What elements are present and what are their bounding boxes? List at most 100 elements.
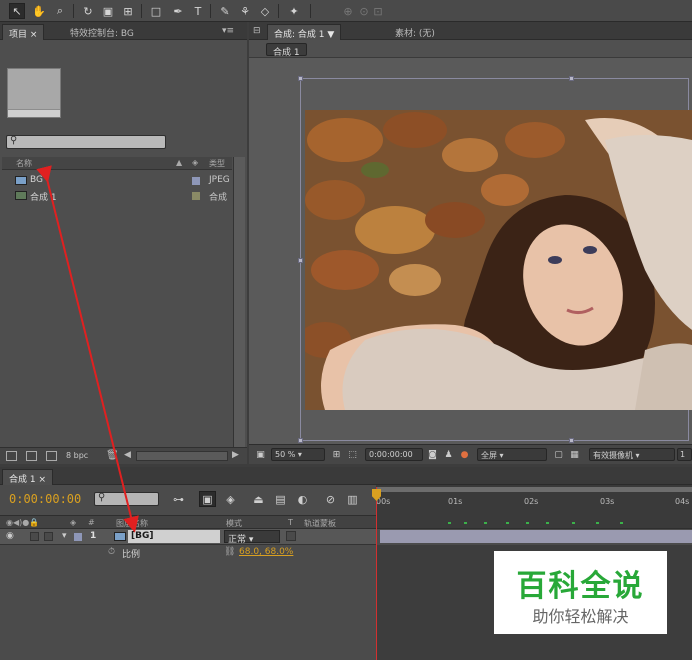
eraser-tool-icon[interactable]: ◇ [257,3,273,19]
region-of-interest-icon[interactable]: ▢ [553,449,564,460]
stopwatch-icon[interactable]: ⏱ [108,547,115,557]
puppet-tool-icon[interactable]: ✦ [286,3,302,19]
layer-row-bg[interactable]: ◉ ▾ 1 [BG] 正常 ▾ [0,529,376,545]
axis-mode-icon[interactable]: ⊕ [340,3,356,19]
camera-dropdown[interactable]: 有效摄像机 ▾ [589,448,675,461]
graph-editor-icon[interactable]: ⊘ [322,491,339,507]
frame-blending-icon[interactable]: ▤ [272,491,289,507]
panel-menu-icon[interactable]: ▾≡ [218,24,238,40]
camera-value: 有效摄像机 [593,451,633,460]
comp-breadcrumb[interactable]: 合成 1 [266,43,307,58]
trash-icon[interactable]: 🗑 [106,450,119,461]
new-composition-icon[interactable] [46,451,57,461]
timeline-timecode[interactable]: 0:00:00:00 [9,492,81,506]
selection-tool-icon[interactable]: ↖ [9,3,25,19]
lock-icon[interactable]: ⊟ [251,24,263,40]
rectangle-tool-icon[interactable]: □ [148,3,164,19]
scale-value[interactable]: 68.0, 68.0% [239,547,293,557]
camera-tool-icon[interactable]: ▣ [100,3,116,19]
zoom-dropdown[interactable]: 50 % ▾ [271,448,325,461]
bit-depth-button[interactable]: 8 bpc [66,451,88,460]
pan-behind-tool-icon[interactable]: ⊞ [120,3,136,19]
new-folder-icon[interactable] [26,451,37,461]
resolution-value: 全屏 [481,451,497,460]
interpret-footage-icon[interactable] [6,451,17,461]
current-time-field[interactable]: 0:00:00:00 [365,448,423,461]
project-scrollbar[interactable] [233,157,245,447]
resolution-dropdown[interactable]: 全屏 ▾ [477,448,547,461]
text-tool-icon[interactable]: T [190,3,206,19]
transparency-grid-icon[interactable]: ▦ [569,449,580,460]
timeline-search-input[interactable]: ⚲ [94,492,159,506]
layer-label-swatch[interactable] [74,533,82,541]
comp-mini-flowchart-icon[interactable]: ⊶ [170,491,187,507]
draft-3d-icon[interactable]: ◈ [222,491,239,507]
scroll-left-icon[interactable]: ◀ [124,450,131,460]
project-item-bg[interactable]: BG JPEG [2,173,232,188]
layer-name[interactable]: [BG] [128,530,220,543]
live-update-icon[interactable]: ▣ [199,491,216,507]
preserve-transparency-toggle[interactable] [286,531,296,541]
column-type[interactable]: 类型 [209,158,225,169]
av-switches-icon: ◉◀)●🔒 [6,518,40,527]
work-area-bar[interactable] [376,487,692,492]
composition-preview-image[interactable] [305,110,692,410]
cache-marker [620,522,623,524]
hand-tool-icon[interactable]: ✋ [31,3,47,19]
label-swatch [192,177,200,185]
transform-handle[interactable] [569,76,574,81]
project-horizontal-scrollbar[interactable] [136,451,228,461]
toolbar-divider [73,4,74,18]
project-search-input[interactable]: ⚲ [6,135,166,149]
tab-footage[interactable]: 素材: (无) [389,24,441,40]
tab-effect-controls[interactable]: 特效控制台: BG [64,24,140,40]
always-preview-icon[interactable]: ▣ [255,449,266,460]
rotate-tool-icon[interactable]: ↻ [80,3,96,19]
column-name[interactable]: 名称 [16,158,32,169]
image-footage-icon [15,176,27,185]
column-mode[interactable]: 模式 [226,518,242,529]
view-axis-icon[interactable]: ⊡ [370,3,386,19]
shy-layers-icon[interactable]: ⏏ [250,491,267,507]
transform-handle[interactable] [298,438,303,443]
tab-timeline-comp[interactable]: 合成 1 × [2,469,53,485]
clone-stamp-tool-icon[interactable]: ⚘ [237,3,253,19]
expand-arrow-icon[interactable]: ▾ [62,531,67,541]
current-time-indicator[interactable] [376,487,377,660]
cache-marker [448,522,451,524]
zoom-tool-icon[interactable]: ⌕ [52,3,68,19]
project-item-comp[interactable]: 合成 1 合成 [2,188,232,203]
watermark-logo: 百科全说 助你轻松解决 [494,551,667,634]
blend-mode-dropdown[interactable]: 正常 ▾ [224,530,280,545]
solo-toggle[interactable] [30,532,39,541]
cache-marker [546,522,549,524]
snapshot-icon[interactable]: ◙ [427,449,438,460]
lock-toggle[interactable] [44,532,53,541]
property-name: 比例 [122,550,141,560]
views-dropdown[interactable]: 1 [677,448,692,461]
channel-icon[interactable]: ● [459,449,470,460]
brush-tool-icon[interactable]: ✎ [217,3,233,19]
tab-project[interactable]: 项目 × [2,24,45,40]
column-trkmat[interactable]: 轨道蒙板 [304,518,336,529]
composition-icon [15,191,27,200]
show-snapshot-icon[interactable]: ♟ [443,449,454,460]
viewer-controls: ▣ 50 % ▾ ⊞ ⬚ 0:00:00:00 ◙ ♟ ● 全屏 ▾ ▢ ▦ 有… [249,444,692,464]
constrain-proportions-icon[interactable]: ⛓ [224,547,235,557]
tab-composition[interactable]: 合成: 合成 1 ▼ [267,24,342,40]
column-source-name[interactable]: 图层名称 [116,518,148,529]
eye-icon[interactable]: ◉ [6,531,14,541]
pen-tool-icon[interactable]: ✒ [170,3,186,19]
layer-column-header: ◉◀)●🔒 ◈ # 图层名称 模式 T 轨道蒙板 [0,515,376,529]
brainstorm-icon[interactable]: ▥ [344,491,361,507]
motion-blur-icon[interactable]: ◐ [294,491,311,507]
layer-duration-bar[interactable] [380,530,692,543]
mask-visibility-icon[interactable]: ⬚ [347,449,358,460]
transform-handle[interactable] [298,258,303,263]
image-footage-icon [114,532,126,541]
scroll-right-icon[interactable]: ▶ [232,450,239,460]
time-ruler[interactable]: 00s 01s 02s 03s 04s [376,485,692,515]
safe-zones-icon[interactable]: ⊞ [331,449,342,460]
transform-handle[interactable] [298,76,303,81]
transform-handle[interactable] [569,438,574,443]
